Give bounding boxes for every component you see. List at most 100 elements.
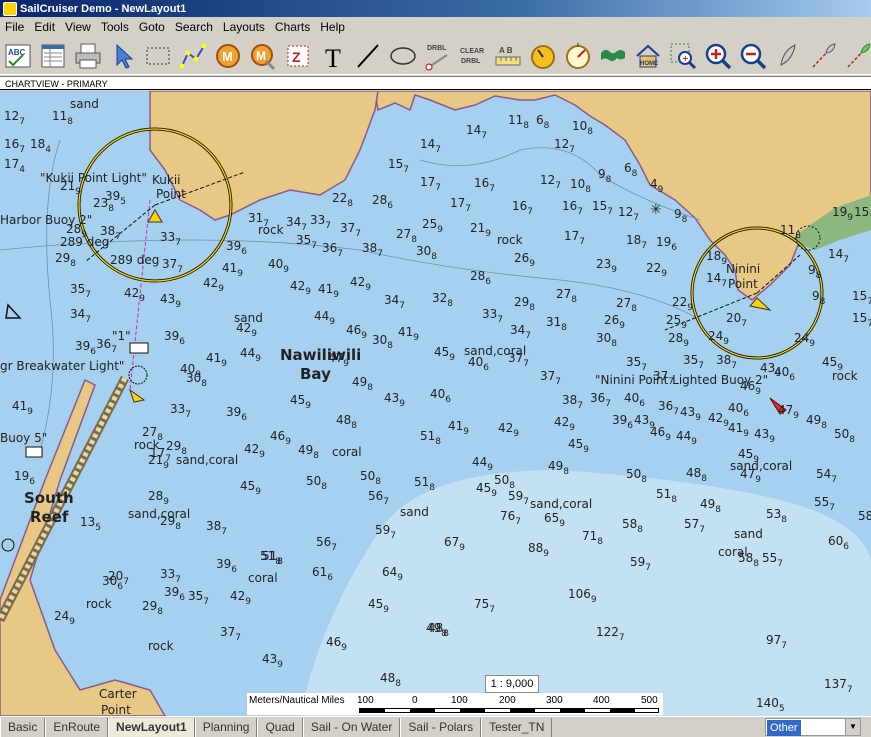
scale-tick: 100 <box>357 695 374 706</box>
menu-charts[interactable]: Charts <box>270 20 315 34</box>
world-map-icon[interactable] <box>597 40 629 72</box>
track-green-icon[interactable] <box>842 40 871 72</box>
feature-label: Carter <box>99 687 137 701</box>
layout-select-value: Other <box>767 720 801 736</box>
menu-view[interactable]: View <box>60 20 96 34</box>
abc-icon[interactable]: ABC <box>2 40 34 72</box>
svg-text:A B: A B <box>499 46 513 55</box>
seabed-label: rock <box>832 369 858 383</box>
tab-planning[interactable]: Planning <box>194 717 258 737</box>
scale-bar: Meters/Nautical Miles 100 0 100 200 300 … <box>247 693 663 715</box>
feature-label: gr Breakwater Light" <box>0 359 124 373</box>
svg-text:DRBL: DRBL <box>461 58 481 65</box>
menu-goto[interactable]: Goto <box>134 20 170 34</box>
svg-text:HOME: HOME <box>640 61 658 67</box>
dock-icon <box>129 342 149 354</box>
track-icon[interactable] <box>807 40 839 72</box>
tab-newlayout1[interactable]: NewLayout1 <box>108 717 195 737</box>
feature-label: "Kukii Point Light" <box>40 171 147 185</box>
boat-icon[interactable] <box>772 40 804 72</box>
layout-select[interactable]: Other ▼ <box>765 718 861 736</box>
menu-layouts[interactable]: Layouts <box>218 20 270 34</box>
mark-z-icon[interactable]: Z <box>282 40 314 72</box>
ruler-ab-icon[interactable]: A B <box>492 40 524 72</box>
zoom-area-icon[interactable]: + <box>667 40 699 72</box>
tab-basic[interactable]: Basic <box>0 717 46 737</box>
feature-label: Point <box>156 187 186 201</box>
layout-tab-bar: Basic EnRoute NewLayout1 Planning Quad S… <box>0 716 871 737</box>
scale-tick: 400 <box>593 695 610 706</box>
zoom-in-icon[interactable] <box>702 40 734 72</box>
menu-bar: File Edit View Tools Goto Search Layouts… <box>0 17 871 37</box>
feature-label: Kukii <box>152 173 181 187</box>
scale-tick: 200 <box>499 695 516 706</box>
scale-unit: Meters/Nautical Miles <box>249 695 345 706</box>
seabed-label: rock <box>258 223 284 237</box>
tab-quad[interactable]: Quad <box>257 717 303 737</box>
tab-enroute[interactable]: EnRoute <box>45 717 109 737</box>
line-tool-icon[interactable] <box>352 40 384 72</box>
chartview-header: CHARTVIEW - PRIMARY <box>0 76 871 90</box>
seabed-label: sand,coral <box>530 497 592 511</box>
speed-icon[interactable] <box>527 40 559 72</box>
menu-tools[interactable]: Tools <box>96 20 134 34</box>
feature-label: Buoy 5" <box>0 431 47 445</box>
place-name-bay: Bay <box>300 365 331 383</box>
feature-label: Point <box>728 277 758 291</box>
menu-edit[interactable]: Edit <box>29 20 60 34</box>
place-name-south: South <box>24 489 74 507</box>
mark-m-icon[interactable]: M <box>212 40 244 72</box>
menu-file[interactable]: File <box>0 20 29 34</box>
scale-graduation <box>359 708 659 713</box>
seabed-label: rock <box>86 597 112 611</box>
feature-label: 289 deg <box>110 253 159 267</box>
scale-tick: 300 <box>546 695 563 706</box>
select-rect-icon[interactable] <box>142 40 174 72</box>
seabed-label: coral <box>332 445 362 459</box>
place-name-nawiliwili: Nawiliwili <box>280 346 361 364</box>
clear-drbl-icon[interactable]: CLEAR DRBL <box>457 40 489 72</box>
text-tool-icon[interactable]: T <box>317 40 349 72</box>
svg-text:M: M <box>256 49 266 63</box>
menu-help[interactable]: Help <box>315 20 350 34</box>
place-name-reef: Reef <box>30 508 69 526</box>
building-icon <box>25 446 43 458</box>
scale-ratio: 1 : 9,000 <box>485 675 539 693</box>
window-title: SailCruiser Demo - NewLayout1 <box>20 2 187 15</box>
feature-label: Point <box>101 703 131 716</box>
scale-tick: 0 <box>412 695 418 706</box>
chevron-down-icon[interactable]: ▼ <box>845 719 860 735</box>
cursor-icon[interactable] <box>107 40 139 72</box>
mark-m-shadow-icon[interactable]: M <box>247 40 279 72</box>
seabed-label: rock <box>148 639 174 653</box>
tab-tester-tn[interactable]: Tester_TN <box>481 717 553 737</box>
feature-label: "1" <box>112 329 131 343</box>
scale-tick: 100 <box>451 695 468 706</box>
nautical-chart[interactable]: ✳ Nawiliwili Bay South Reef "Kukii Point… <box>0 91 871 716</box>
route-icon[interactable] <box>177 40 209 72</box>
svg-text:CLEAR: CLEAR <box>460 48 484 55</box>
scale-tick: 500 <box>641 695 658 706</box>
app-icon <box>3 1 17 16</box>
chart-table-icon[interactable] <box>37 40 69 72</box>
printer-icon[interactable] <box>72 40 104 72</box>
seabed-label: sand <box>400 505 429 519</box>
svg-text:Z: Z <box>292 49 301 65</box>
menu-search[interactable]: Search <box>170 20 218 34</box>
svg-text:DRBL: DRBL <box>427 45 447 52</box>
tab-sail-on-water[interactable]: Sail - On Water <box>302 717 401 737</box>
ellipse-tool-icon[interactable] <box>387 40 419 72</box>
zoom-out-icon[interactable] <box>737 40 769 72</box>
home-icon[interactable]: HOME <box>632 40 664 72</box>
rock-mark-icon: ✳ <box>650 202 662 218</box>
toolbar: ABC M M Z T DRBL CLEAR DRBL A B HOME + <box>0 37 871 75</box>
drbl-icon[interactable]: DRBL <box>422 40 454 72</box>
svg-text:+: + <box>682 54 689 63</box>
feature-label: Ninini <box>726 262 760 276</box>
tab-sail-polars[interactable]: Sail - Polars <box>400 717 482 737</box>
chart-canvas[interactable]: ✳ Nawiliwili Bay South Reef "Kukii Point… <box>0 91 871 716</box>
seabed-label: rock <box>497 233 523 247</box>
svg-text:M: M <box>222 49 233 64</box>
compass-icon[interactable] <box>562 40 594 72</box>
seabed-label: sand <box>734 527 763 541</box>
